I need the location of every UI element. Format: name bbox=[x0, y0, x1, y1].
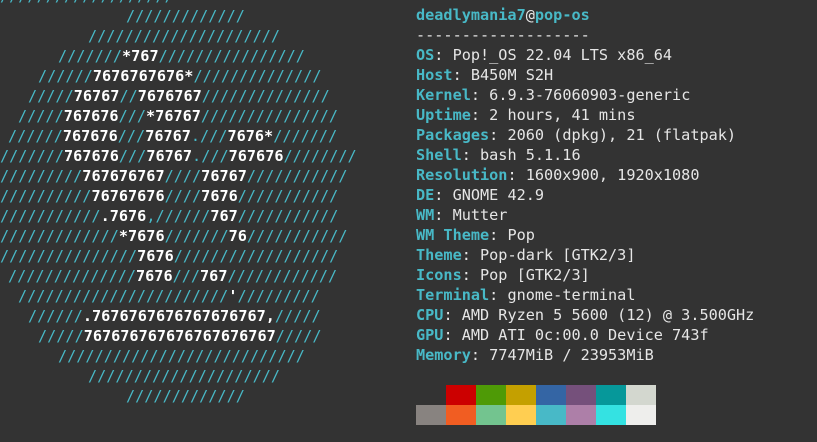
ascii-logo-line: //////.7676767676767676767,///// bbox=[28, 307, 321, 325]
ascii-logo-line: ///////////// bbox=[126, 7, 245, 25]
ascii-logo-line: //////////////7676///767//////////// bbox=[8, 267, 338, 285]
user-host-header: deadlymania7@pop-os bbox=[416, 5, 816, 25]
username: deadlymania7 bbox=[416, 6, 526, 24]
color-swatch bbox=[476, 405, 506, 425]
ascii-logo-line: ///////////////7676////////////////// bbox=[0, 247, 339, 265]
color-swatch bbox=[416, 385, 446, 405]
info-value: GNOME 42.9 bbox=[452, 186, 545, 204]
ascii-logo-line: /////////////*7676///////76/////////// bbox=[0, 227, 348, 245]
info-key: DE bbox=[416, 186, 435, 204]
info-row-wm-theme: WM Theme: Pop bbox=[416, 226, 535, 244]
info-value: B450M S2H bbox=[470, 66, 554, 84]
info-key: CPU bbox=[416, 306, 444, 324]
info-key: Terminal bbox=[416, 286, 490, 304]
info-row-packages: Packages: 2060 (dpkg), 21 (flatpak) bbox=[416, 126, 737, 144]
info-value: 2060 (dpkg), 21 (flatpak) bbox=[507, 126, 737, 144]
info-key: Shell bbox=[416, 146, 462, 164]
info-value: bash 5.1.16 bbox=[480, 146, 581, 164]
info-row-shell: Shell: bash 5.1.16 bbox=[416, 146, 581, 164]
info-row-cpu: CPU: AMD Ryzen 5 5600 (12) @ 3.500GHz bbox=[416, 306, 755, 324]
color-swatch bbox=[536, 405, 566, 425]
color-swatch bbox=[506, 405, 536, 425]
ascii-logo-line: ///////////// bbox=[126, 387, 245, 405]
ascii-logo-line: /////767676///*76767/////////////// bbox=[18, 107, 339, 125]
ascii-logo-line: ///////*767//////////////// bbox=[58, 47, 305, 65]
info-value: Mutter bbox=[452, 206, 508, 224]
info-row-host: Host: B450M S2H bbox=[416, 66, 554, 84]
info-row-terminal: Terminal: gnome-terminal bbox=[416, 286, 636, 304]
color-swatch bbox=[596, 385, 626, 405]
info-key: Packages bbox=[416, 126, 490, 144]
info-key: Icons bbox=[416, 266, 462, 284]
palette-row-bright bbox=[416, 405, 656, 425]
info-value: gnome-terminal bbox=[507, 286, 636, 304]
info-value: Pop [GTK2/3] bbox=[480, 266, 590, 284]
color-swatch bbox=[446, 385, 476, 405]
info-key: WM bbox=[416, 206, 435, 224]
info-row-os: OS: Pop!_OS 22.04 LTS x86_64 bbox=[416, 46, 673, 64]
info-value: Pop bbox=[507, 226, 535, 244]
ascii-logo-line: ///////////.7676,//////767/////////// bbox=[0, 207, 339, 225]
info-value: 7747MiB / 23953MiB bbox=[489, 346, 654, 364]
ascii-logo-line: /////////767676767////76767/////////// bbox=[0, 167, 348, 185]
header-separator: ------------------- bbox=[416, 26, 590, 44]
ascii-logo-line: /////76767//7676767////////////// bbox=[28, 87, 330, 105]
color-swatch bbox=[536, 385, 566, 405]
color-swatch bbox=[446, 405, 476, 425]
info-value: 1600x900, 1920x1080 bbox=[525, 166, 700, 184]
ascii-logo-line: //////////76767676////7676/////////// bbox=[0, 187, 339, 205]
color-swatch bbox=[626, 405, 656, 425]
color-swatch bbox=[476, 385, 506, 405]
pop-os-ascii-logo: ////////////////////////////////////////… bbox=[0, 0, 400, 406]
info-row-resolution: Resolution: 1600x900, 1920x1080 bbox=[416, 166, 700, 184]
ascii-logo-line: //////767676///76767.///7676*/////// bbox=[8, 127, 338, 145]
color-swatch bbox=[566, 405, 596, 425]
info-value: 6.9.3-76060903-generic bbox=[489, 86, 691, 104]
ascii-logo-line: //////7676767676*////////////// bbox=[38, 67, 322, 85]
hostname: pop-os bbox=[534, 6, 590, 24]
info-row-icons: Icons: Pop [GTK2/3] bbox=[416, 266, 590, 284]
info-key: Memory bbox=[416, 346, 471, 364]
info-key: Theme bbox=[416, 246, 462, 264]
info-row-wm: WM: Mutter bbox=[416, 206, 508, 224]
info-value: 2 hours, 41 mins bbox=[489, 106, 636, 124]
info-key: WM Theme bbox=[416, 226, 490, 244]
info-value: AMD Ryzen 5 5600 (12) @ 3.500GHz bbox=[461, 306, 755, 324]
color-swatch bbox=[596, 405, 626, 425]
system-info-panel: deadlymania7@pop-os ------------------- … bbox=[416, 5, 816, 365]
info-row-memory: Memory: 7747MiB / 23953MiB bbox=[416, 346, 654, 364]
palette-row-normal bbox=[416, 385, 656, 405]
info-key: Uptime bbox=[416, 106, 471, 124]
color-swatch bbox=[416, 405, 446, 425]
info-key: GPU bbox=[416, 326, 444, 344]
info-key: Kernel bbox=[416, 86, 471, 104]
color-swatch bbox=[506, 385, 536, 405]
info-row-uptime: Uptime: 2 hours, 41 mins bbox=[416, 106, 636, 124]
ascii-logo-line: ///////////////////// bbox=[88, 27, 281, 45]
ascii-logo-line: ///////////////////////'///////// bbox=[18, 287, 320, 305]
info-value: Pop!_OS 22.04 LTS x86_64 bbox=[452, 46, 673, 64]
info-key: OS bbox=[416, 46, 435, 64]
color-swatch bbox=[626, 385, 656, 405]
color-palette bbox=[416, 385, 656, 425]
info-value: Pop-dark [GTK2/3] bbox=[480, 246, 636, 264]
info-key: Host bbox=[416, 66, 453, 84]
info-row-de: DE: GNOME 42.9 bbox=[416, 186, 545, 204]
info-key: Resolution bbox=[416, 166, 508, 184]
info-row-kernel: Kernel: 6.9.3-76060903-generic bbox=[416, 86, 691, 104]
ascii-logo-line: ///////767676///76767.///767676//////// bbox=[0, 147, 357, 165]
ascii-logo-line: /////767676767676767676767///// bbox=[38, 327, 322, 345]
ascii-logo-line: /////////////////////////// bbox=[58, 347, 305, 365]
info-value: AMD ATI 0c:00.0 Device 743f bbox=[461, 326, 709, 344]
color-swatch bbox=[566, 385, 596, 405]
ascii-logo-line: ///////////////////// bbox=[88, 367, 281, 385]
info-row-gpu: GPU: AMD ATI 0c:00.0 Device 743f bbox=[416, 326, 709, 344]
info-row-theme: Theme: Pop-dark [GTK2/3] bbox=[416, 246, 636, 264]
terminal-window[interactable]: ////////////////////////////////////////… bbox=[0, 0, 817, 442]
at-sign: @ bbox=[525, 6, 535, 24]
